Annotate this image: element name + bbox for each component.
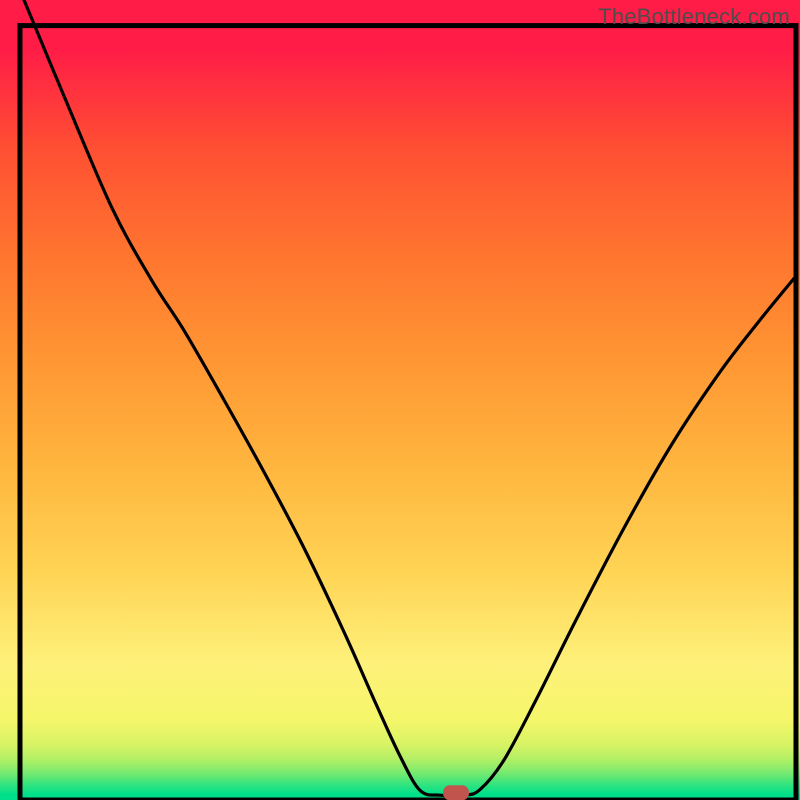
gradient-background	[0, 0, 800, 800]
watermark-label: TheBottleneck.com	[598, 4, 790, 30]
bottleneck-chart	[0, 0, 800, 800]
optimum-marker	[443, 785, 469, 800]
chart-container: TheBottleneck.com	[0, 0, 800, 800]
